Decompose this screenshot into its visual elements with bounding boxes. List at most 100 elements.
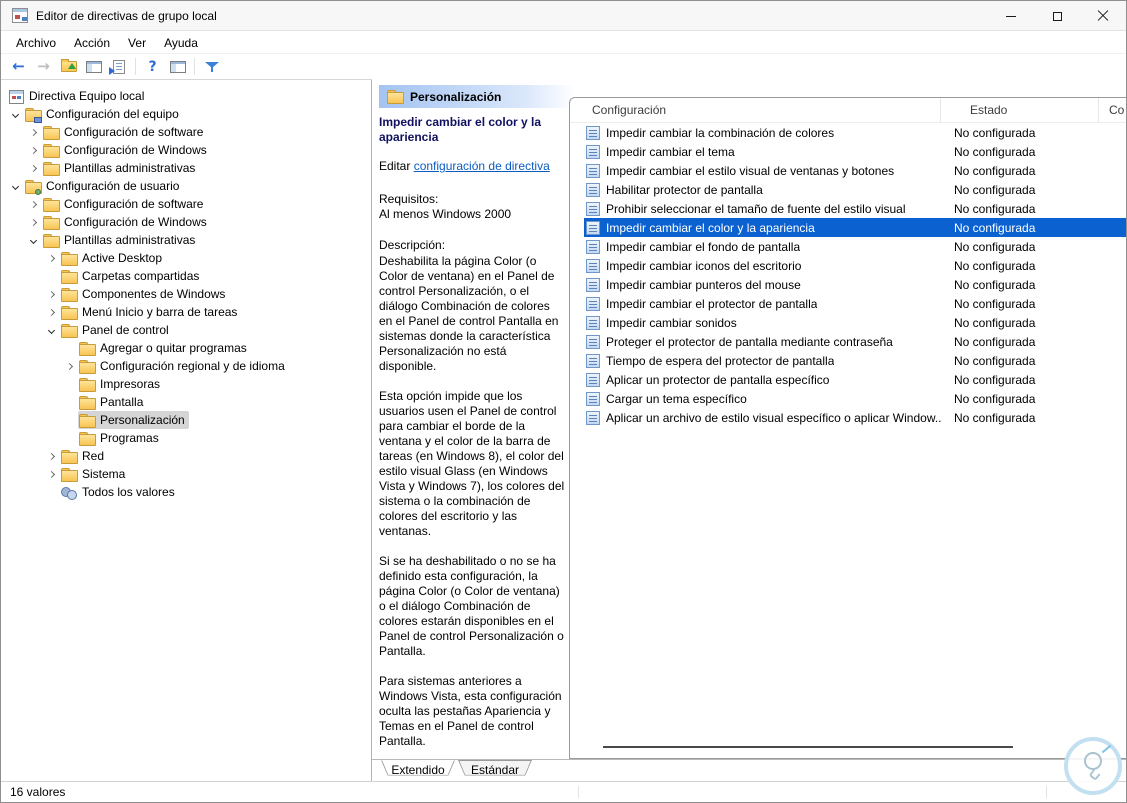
show-console-tree-button[interactable] [81,56,106,78]
bulb-base-shape [1088,769,1101,781]
help-button[interactable]: ? [140,56,165,78]
policy-row-aplicar-un-protector-de-pantalla-especif[interactable]: Aplicar un protector de pantalla específ… [570,370,1126,389]
tree-item-programas[interactable]: Programas [1,429,371,447]
policy-row-impedir-cambiar-iconos-del-escritorio[interactable]: Impedir cambiar iconos del escritorio No … [570,256,1126,275]
policy-row-impedir-cambiar-la-combinacion-de-colore[interactable]: Impedir cambiar la combinación de colore… [570,123,1126,142]
policy-name: Impedir cambiar iconos del escritorio [606,258,802,273]
edit-policy-link[interactable]: configuración de directiva [414,159,550,173]
policy-row-impedir-cambiar-el-estilo-visual-de-vent[interactable]: Impedir cambiar el estilo visual de vent… [570,161,1126,180]
tree-item-impresoras[interactable]: Impresoras [1,375,371,393]
chevron-right-icon[interactable] [43,249,60,267]
tree-item-personalizacion[interactable]: Personalización [1,411,371,429]
policy-row-impedir-cambiar-el-fondo-de-pantalla[interactable]: Impedir cambiar el fondo de pantalla No c… [570,237,1126,256]
chevron-right-icon[interactable] [25,141,42,159]
tree-item-configuracion-del-equipo[interactable]: Configuración del equipo [1,105,371,123]
tree-item-content: Programas [78,429,163,447]
forward-button[interactable]: → [31,56,56,78]
policy-row-cargar-un-tema-especifico[interactable]: Cargar un tema específico No configurada [570,389,1126,408]
chevron-right-icon[interactable] [43,285,60,303]
edit-prefix: Editar [379,159,414,173]
tree-item-agregar-o-quitar-programas[interactable]: Agregar o quitar programas [1,339,371,357]
tree-item-label: Red [82,449,105,463]
tree-item-active-desktop[interactable]: Active Desktop [1,249,371,267]
title-bar: Editor de directivas de grupo local [1,1,1126,31]
chevron-right-icon[interactable] [43,303,60,321]
policy-description: Deshabilita la página Color (o Color de … [379,254,565,749]
chevron-down-icon[interactable] [7,177,24,195]
policy-row-proteger-el-protector-de-pantalla-median[interactable]: Proteger el protector de pantalla median… [570,332,1126,351]
extended-view-button[interactable] [165,56,190,78]
list-header: Configuración Estado Co [570,98,1126,123]
policy-row-impedir-cambiar-sonidos[interactable]: Impedir cambiar sonidos No configurada [570,313,1126,332]
tree-item-red[interactable]: Red [1,447,371,465]
menu-archivo[interactable]: Archivo [7,33,65,53]
tab-estandar[interactable]: Estándar [458,760,532,779]
tree-item-plantillas-administrativas[interactable]: Plantillas administrativas [1,159,371,177]
tree-item-configuracion-regional-y-de-idioma[interactable]: Configuración regional y de idioma [1,357,371,375]
tree-item-configuracion-de-software[interactable]: Configuración de software [1,195,371,213]
folder-icon [79,395,96,410]
policy-row-habilitar-protector-de-pantalla[interactable]: Habilitar protector de pantalla No config… [570,180,1126,199]
close-button[interactable] [1080,1,1126,31]
chevron-right-icon[interactable] [61,357,78,375]
tree-item-plantillas-administrativas[interactable]: Plantillas administrativas [1,231,371,249]
horizontal-scrollbar[interactable] [603,746,1013,748]
chevron-right-icon[interactable] [43,447,60,465]
chevron-right-icon[interactable] [43,465,60,483]
folder-icon [43,143,60,158]
chevron-right-icon[interactable] [25,195,42,213]
tree-item-menu-inicio-y-barra-de-tareas[interactable]: Menú Inicio y barra de tareas [1,303,371,321]
extended-view-header: Personalización [379,85,575,108]
menu-accion[interactable]: Acción [65,33,119,53]
description-paragraph: Para sistemas anteriores a Windows Vista… [379,674,562,748]
up-one-level-button[interactable] [56,56,81,78]
export-list-button[interactable] [106,56,131,78]
tree-item-pantalla[interactable]: Pantalla [1,393,371,411]
tree-item-label: Configuración del equipo [46,107,179,121]
tree-item-componentes-de-windows[interactable]: Componentes de Windows [1,285,371,303]
folder-icon [79,431,96,446]
chevron-down-icon[interactable] [7,105,24,123]
tree-item-configuracion-de-windows[interactable]: Configuración de Windows [1,213,371,231]
back-button[interactable]: ← [6,56,31,78]
tree-item-configuracion-de-usuario[interactable]: Configuración de usuario [1,177,371,195]
chevron-right-icon[interactable] [25,159,42,177]
tree-item-panel-de-control[interactable]: Panel de control [1,321,371,339]
tree-item-todos-los-valores[interactable]: Todos los valores [1,483,371,501]
tree-item-label: Configuración de Windows [64,215,207,229]
policy-row-aplicar-un-archivo-de-estilo-visual-espe[interactable]: Aplicar un archivo de estilo visual espe… [570,408,1126,427]
policy-row-prohibir-seleccionar-el-tamano-de-fuente[interactable]: Prohibir seleccionar el tamaño de fuente… [570,199,1126,218]
chevron-right-icon[interactable] [25,123,42,141]
policy-icon [586,258,600,273]
minimize-button[interactable] [988,1,1034,31]
tree-item-configuracion-de-windows[interactable]: Configuración de Windows [1,141,371,159]
column-header-configuracion[interactable]: Configuración [570,98,941,122]
filter-button[interactable] [199,56,224,78]
maximize-button[interactable] [1034,1,1080,31]
menu-ayuda[interactable]: Ayuda [155,33,207,53]
policy-state: No configurada [954,144,1036,159]
tree-item-carpetas-compartidas[interactable]: Carpetas compartidas [1,267,371,285]
policy-state: No configurada [954,239,1036,254]
tree-item-sistema[interactable]: Sistema [1,465,371,483]
tree-item-directiva-equipo-local[interactable]: Directiva Equipo local [1,87,371,105]
policy-name: Tiempo de espera del protector de pantal… [606,353,835,368]
policy-row-tiempo-de-espera-del-protector-de-pantal[interactable]: Tiempo de espera del protector de pantal… [570,351,1126,370]
tab-extendido[interactable]: Extendido [381,760,455,779]
policy-row-impedir-cambiar-el-protector-de-pantalla[interactable]: Impedir cambiar el protector de pantalla… [570,294,1126,313]
chevron-right-icon[interactable] [25,213,42,231]
policy-row-impedir-cambiar-el-tema[interactable]: Impedir cambiar el tema No configurada [570,142,1126,161]
column-header-comentario[interactable]: Co [1099,98,1126,122]
chevron-down-icon[interactable] [43,321,60,339]
tree-item-configuracion-de-software[interactable]: Configuración de software [1,123,371,141]
menu-ver[interactable]: Ver [119,33,155,53]
settings-list-panel: Configuración Estado Co Impedir cambiar … [569,97,1126,759]
tree-item-content: Configuración de software [42,123,207,141]
policy-row-impedir-cambiar-punteros-del-mouse[interactable]: Impedir cambiar punteros del mouse No con… [570,275,1126,294]
column-header-estado[interactable]: Estado [941,98,1099,122]
chevron-down-icon[interactable] [25,231,42,249]
policy-row-impedir-cambiar-el-color-y-la-apariencia[interactable]: Impedir cambiar el color y la apariencia… [570,218,1126,237]
folder-icon [61,323,78,338]
